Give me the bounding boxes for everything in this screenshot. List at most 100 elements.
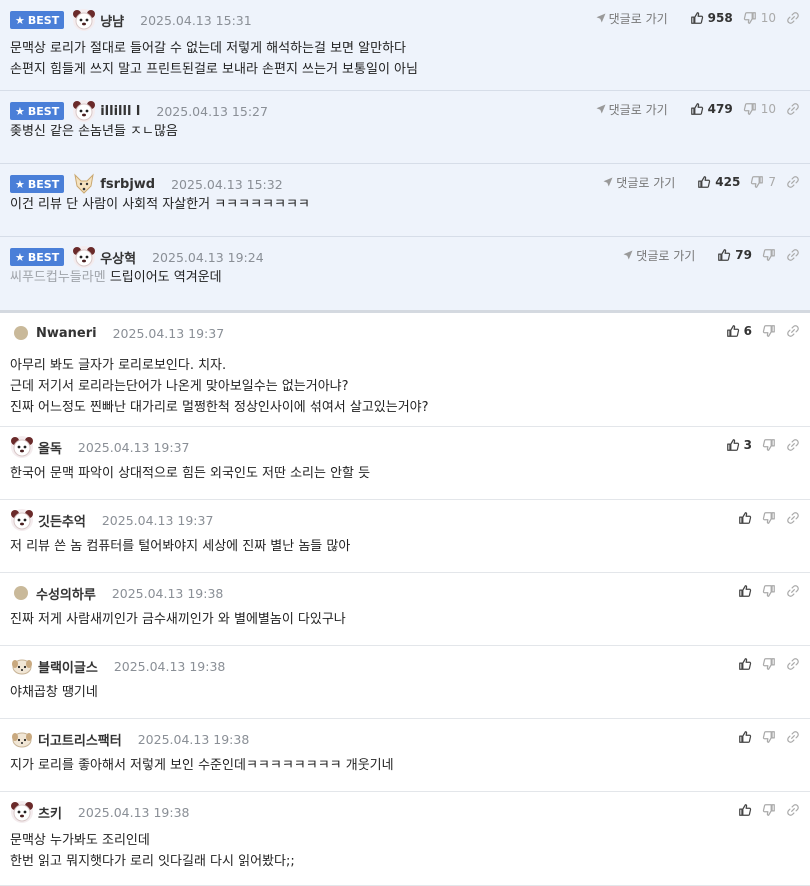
comment-date: 2025.04.13 19:37 [101, 512, 214, 528]
best-label: BEST [27, 104, 60, 118]
comment-text: 드립이어도 역겨운데 [109, 270, 222, 285]
nickname[interactable]: 블랙이글스 [38, 657, 98, 676]
downvote-button[interactable] [762, 324, 776, 338]
puppy-small-icon [10, 727, 34, 751]
copy-link-button[interactable] [786, 803, 800, 817]
upvote-button[interactable] [738, 730, 752, 744]
star-icon: ★ [15, 250, 25, 264]
comment-header: Nwaneri 2025.04.13 19:37 [10, 321, 224, 345]
copy-link-button[interactable] [786, 11, 800, 25]
comment: 블랙이글스 2025.04.13 19:38 야채곱창 땡기네 [0, 646, 810, 719]
comment-body: 씨푸드컵누들라멘 드립이어도 역겨운데 [10, 267, 800, 288]
thumbs-down-icon [762, 585, 775, 597]
link-icon [787, 731, 799, 743]
link-icon [787, 585, 799, 597]
best-comment: ★ BEST 우상혁 2025.04.13 19:24 댓글로 가기 79 씨푸드컵누들라멘… [0, 237, 810, 313]
downvote-count: 10 [760, 11, 776, 25]
link-icon [787, 176, 799, 188]
upvote-count: 958 [707, 11, 733, 25]
comment-actions [728, 654, 800, 674]
upvote-button[interactable]: 3 [726, 438, 752, 452]
copy-link-button[interactable] [786, 584, 800, 598]
comment-text-line: 좆병신 같은 손놈년들 ㅈㄴ많음 [10, 121, 800, 142]
upvote-button[interactable]: 958 [690, 11, 733, 25]
downvote-button[interactable]: 7 [750, 175, 776, 189]
downvote-count: 7 [768, 175, 776, 189]
upvote-button[interactable] [738, 511, 752, 525]
best-comment: ★ BEST illilll l 2025.04.13 15:27 댓글로 가기 479 1… [0, 91, 810, 164]
nickname[interactable]: 냥냠 [100, 11, 124, 30]
thumbs-down-icon [762, 439, 775, 451]
go-to-comment-link[interactable]: 댓글로 가기 [595, 101, 668, 118]
upvote-button[interactable] [738, 584, 752, 598]
thumbs-down-icon [762, 731, 775, 743]
upvote-button[interactable]: 425 [697, 175, 740, 189]
upvote-count: 425 [715, 175, 741, 189]
dog-face-icon [72, 99, 96, 123]
comment-text: 진짜 어느정도 찐빠난 대가리로 멀쩡한척 정상인사이에 섞여서 살고있는거야? [10, 400, 429, 415]
copy-link-button[interactable] [786, 324, 800, 338]
nickname[interactable]: 수성의하루 [36, 584, 96, 603]
comment-text-line: 씨푸드컵누들라멘 드립이어도 역겨운데 [10, 267, 800, 288]
thumbs-down-icon [743, 103, 756, 115]
copy-link-button[interactable] [786, 248, 800, 262]
downvote-button[interactable] [762, 438, 776, 452]
nickname[interactable]: illilll l [100, 104, 140, 119]
comment-text-line: 아무리 봐도 글자가 로리로보인다. 치자. [10, 355, 800, 376]
thumbs-up-icon [739, 585, 752, 597]
comment-date: 2025.04.13 15:32 [171, 176, 283, 192]
upvote-button[interactable] [738, 657, 752, 671]
comment-body: 지가 로리를 좋아해서 저렇게 보인 수준인데ㅋㅋㅋㅋㅋㅋㅋㅋ 개웃기네 [10, 755, 800, 776]
comment-header: ★ BEST illilll l 2025.04.13 15:27 [10, 99, 268, 123]
dog-face-icon [10, 508, 34, 532]
comment-header: 블랙이글스 2025.04.13 19:38 [10, 654, 225, 678]
nickname[interactable]: Nwaneri [36, 326, 97, 341]
link-icon [787, 804, 799, 816]
copy-link-button[interactable] [786, 175, 800, 189]
copy-link-button[interactable] [786, 102, 800, 116]
go-to-comment-link[interactable]: 댓글로 가기 [602, 174, 675, 191]
downvote-button[interactable]: 10 [743, 102, 776, 116]
downvote-button[interactable] [762, 584, 776, 598]
link-icon [787, 512, 799, 524]
comment-muted-prefix: 씨푸드컵누들라멘 [10, 270, 110, 285]
link-icon [787, 325, 799, 337]
upvote-button[interactable] [738, 803, 752, 817]
thumbs-up-icon [718, 249, 731, 261]
downvote-button[interactable] [762, 248, 776, 262]
downvote-button[interactable] [762, 803, 776, 817]
nickname[interactable]: 우상혁 [100, 248, 136, 267]
upvote-button[interactable]: 479 [690, 102, 733, 116]
downvote-button[interactable] [762, 511, 776, 525]
downvote-button[interactable] [762, 730, 776, 744]
thumbs-up-icon [690, 103, 703, 115]
upvote-button[interactable]: 6 [726, 324, 752, 338]
arrow-icon [596, 13, 606, 23]
nickname[interactable]: 더고트리스팩터 [38, 730, 122, 749]
downvote-button[interactable] [762, 657, 776, 671]
nickname[interactable]: 깃든추억 [38, 511, 86, 530]
comment-date: 2025.04.13 15:27 [156, 103, 268, 119]
best-label: BEST [27, 177, 60, 191]
downvote-button[interactable]: 10 [743, 11, 776, 25]
comment-body: 저 리뷰 쓴 놈 컴퓨터를 털어봐야지 세상에 진짜 별난 놈들 많아 [10, 536, 800, 557]
nickname[interactable]: 츠키 [38, 803, 62, 822]
copy-link-button[interactable] [786, 730, 800, 744]
nickname[interactable]: 올독 [38, 438, 62, 457]
nickname[interactable]: fsrbjwd [100, 177, 155, 192]
comment-text: 한번 읽고 뭐지햇다가 로리 잇다길래 다시 읽어봤다;; [10, 854, 295, 869]
copy-link-button[interactable] [786, 657, 800, 671]
thumbs-down-icon [762, 512, 775, 524]
comment-text-line: 저 리뷰 쓴 놈 컴퓨터를 털어봐야지 세상에 진짜 별난 놈들 많아 [10, 536, 800, 557]
dog-face-icon [72, 8, 96, 32]
upvote-button[interactable]: 79 [717, 248, 752, 262]
comment-text: 진짜 저게 사람새끼인가 금수새끼인가 와 별에별놈이 다있구나 [10, 612, 346, 627]
copy-link-button[interactable] [786, 511, 800, 525]
puppy-icon [10, 654, 34, 678]
link-icon [787, 658, 799, 670]
go-to-comment-link[interactable]: 댓글로 가기 [595, 10, 668, 27]
copy-link-button[interactable] [786, 438, 800, 452]
go-to-comment-link[interactable]: 댓글로 가기 [622, 247, 695, 264]
best-badge: ★ BEST [10, 102, 65, 120]
thumbs-up-icon [698, 176, 711, 188]
